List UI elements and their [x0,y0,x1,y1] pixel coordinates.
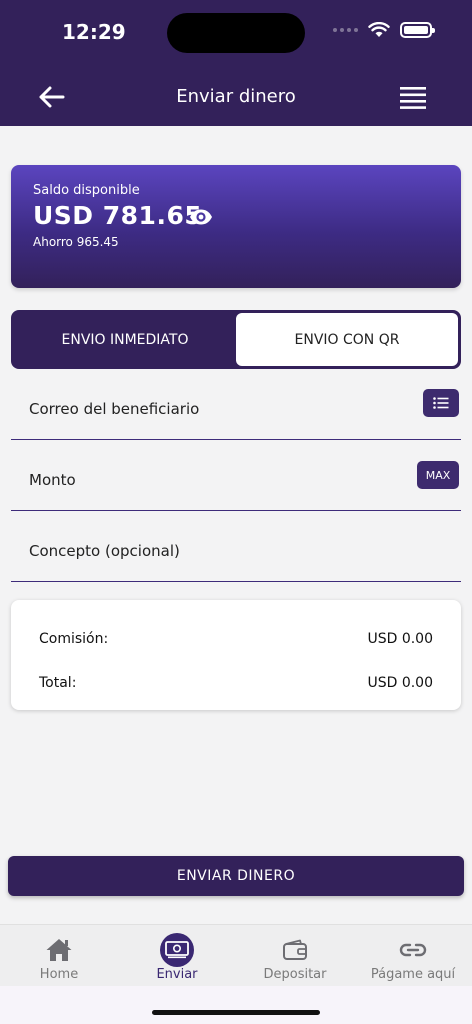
concept-field[interactable]: Concepto (opcional) [11,512,461,582]
commission-row: Comisión: USD 0.00 [39,631,433,647]
amount-label: Monto [29,471,76,489]
beneficiary-email-field[interactable]: Correo del beneficiario [11,370,461,440]
commission-label: Comisión: [39,631,109,647]
balance-amount: USD 781.65 [33,201,203,230]
beneficiary-email-label: Correo del beneficiario [29,400,200,418]
send-mode-tabs: ENVIO INMEDIATO ENVIO CON QR [11,310,461,369]
nav-item-deposit[interactable]: Depositar [236,925,354,986]
eye-icon[interactable] [189,205,213,229]
total-label: Total: [39,675,77,691]
amount-field[interactable]: Monto MAX [11,441,461,511]
fee-summary-card: Comisión: USD 0.00 Total: USD 0.00 [11,600,461,710]
bottom-navigation: Home Enviar Depositar Págame aquí [0,924,472,986]
wifi-icon [368,22,390,37]
nav-label-send: Enviar [156,967,198,982]
list-icon [433,397,449,409]
send-money-button[interactable]: ENVIAR DINERO [8,856,464,896]
commission-value: USD 0.00 [367,631,433,647]
wallet-icon [283,939,307,960]
link-icon [399,943,427,957]
menu-button[interactable] [396,80,430,114]
savings-amount: Ahorro 965.45 [33,235,119,249]
concept-label: Concepto (opcional) [29,542,180,560]
hamburger-menu-icon [400,87,426,109]
tab-qr-send[interactable]: ENVIO CON QR [236,313,458,366]
nav-item-home[interactable]: Home [0,925,118,986]
home-icon [46,939,72,961]
max-button[interactable]: MAX [417,461,459,489]
signal-icon [333,28,358,32]
contacts-list-button[interactable] [423,389,459,417]
status-time: 12:29 [62,20,126,44]
nav-item-send[interactable]: Enviar [118,925,236,986]
cash-icon [165,941,189,959]
nav-label-pay-me: Págame aquí [370,967,456,982]
nav-label-deposit: Depositar [263,967,327,982]
top-app-bar: 12:29 Enviar dinero [0,0,472,126]
home-indicator-area [0,986,472,1024]
nav-label-home: Home [39,967,79,982]
total-row: Total: USD 0.00 [39,675,433,691]
battery-icon [400,22,435,38]
status-icons [333,22,435,38]
nav-item-pay-me[interactable]: Págame aquí [354,925,472,986]
home-indicator[interactable] [152,1010,320,1015]
total-value: USD 0.00 [367,675,433,691]
balance-label: Saldo disponible [33,183,140,198]
dynamic-island [167,13,305,53]
tab-immediate-send[interactable]: ENVIO INMEDIATO [14,313,236,366]
balance-card: Saldo disponible USD 781.65 Ahorro 965.4… [11,165,461,288]
